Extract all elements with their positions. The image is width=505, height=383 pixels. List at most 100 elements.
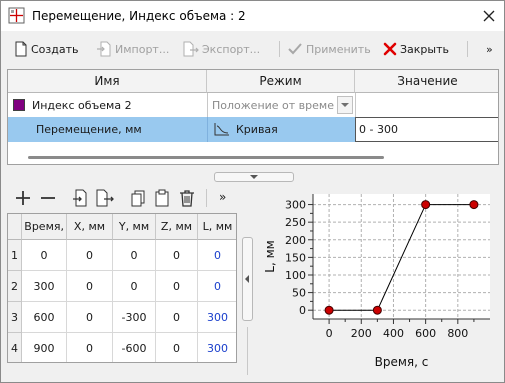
dialog-window: Перемещение, Индекс объема : 2 Создать И… [0,0,505,383]
points-table: Время, X, мм Y, мм Z, мм L, мм 1 0 0 0 0… [7,213,237,363]
toolbar-overflow-button[interactable]: » [486,38,493,60]
main-toolbar: Создать Импорт... Экспорт... Применить З… [1,33,504,65]
red-x-icon [383,42,397,56]
collapse-chart-splitter[interactable] [242,237,253,321]
add-row-icon[interactable] [14,189,32,207]
corner-header [8,214,22,240]
mode-cell[interactable]: Кривая [207,117,355,142]
paste-icon[interactable] [153,189,171,207]
close-button[interactable]: Закрыть [383,38,449,60]
row-number[interactable]: 4 [8,333,22,362]
data-point-marker [324,305,334,315]
create-button[interactable]: Создать [14,38,79,60]
header-l[interactable]: L, мм [198,214,236,240]
row-number[interactable]: 1 [8,240,22,271]
x-axis-label: Время, с [375,355,429,369]
cell-time[interactable]: 0 [22,240,67,271]
x-tick-label: 600 [415,327,436,340]
y-tick-label: 150 [285,251,306,264]
collapse-splitter-handle[interactable] [214,172,294,182]
import-button[interactable]: Импорт... [96,38,169,60]
remove-row-icon[interactable] [39,189,57,207]
cell-time[interactable]: 600 [22,302,67,333]
line-chart: 0 200 400 600 800 0 50 100 150 200 250 300 Время, с L… [263,194,490,369]
cell-l: 300 [198,302,236,333]
cell-x[interactable]: 0 [67,333,113,362]
y-tick-label: 0 [299,304,306,317]
import-table-icon[interactable] [71,189,89,207]
header-mode[interactable]: Режим [207,70,355,93]
row-name: Перемещение, мм [36,122,142,136]
cell-x[interactable]: 0 [67,302,113,333]
color-swatch [13,99,25,111]
row-number[interactable]: 2 [8,271,22,302]
x-tick-label: 800 [447,327,468,340]
close-label: Закрыть [400,42,449,56]
y-tick-label: 250 [285,216,306,229]
chart-panel: 0 200 400 600 800 0 50 100 150 200 250 300 Время, с L… [260,189,500,375]
cell-l: 0 [198,271,236,302]
cell-y[interactable]: 0 [113,240,156,271]
apply-label: Применить [306,42,371,56]
close-window-icon[interactable] [480,7,498,25]
checkmark-icon [288,43,302,55]
cell-time[interactable]: 300 [22,271,67,302]
y-tick-label: 50 [292,287,306,300]
value-edit-field[interactable]: 0 - 300 [355,117,498,142]
x-tick-label: 400 [383,327,404,340]
toolbar-divider [467,41,468,57]
export-button[interactable]: Экспорт... [183,38,260,60]
cell-z[interactable]: 0 [156,333,198,362]
cell-y[interactable]: -600 [113,333,156,362]
window-icon [8,7,25,24]
y-tick-label: 100 [285,269,306,282]
row-name: Индекс объема 2 [32,98,132,112]
data-point-marker [421,200,431,210]
cell-l: 300 [198,333,236,362]
title-bar: Перемещение, Индекс объема : 2 [1,1,504,31]
cell-z[interactable]: 0 [156,302,198,333]
y-tick-label: 300 [285,199,306,212]
cell-y[interactable]: 0 [113,271,156,302]
cell-time[interactable]: 900 [22,333,67,362]
row-number[interactable]: 3 [8,302,22,333]
mode-dropdown-value: Положение от времени [212,98,334,112]
new-document-icon [15,41,27,57]
export-icon [183,41,199,57]
header-value[interactable]: Значение [355,70,498,93]
toolbar-divider [206,189,207,207]
data-point-marker [372,305,382,315]
header-name[interactable]: Имя [8,70,207,93]
window-title: Перемещение, Индекс объема : 2 [32,9,246,23]
cell-y[interactable]: -300 [113,302,156,333]
header-y[interactable]: Y, мм [113,214,156,240]
horizontal-scrollbar[interactable] [28,156,384,159]
header-x[interactable]: X, мм [67,214,113,240]
x-tick-label: 0 [326,327,333,340]
copy-icon[interactable] [129,189,147,207]
cell-x[interactable]: 0 [67,240,113,271]
chevron-down-icon [341,103,349,107]
bottom-toolbar-overflow[interactable]: » [219,190,226,204]
table-row[interactable]: Индекс объема 2 Положение от времени [8,93,498,117]
table-row-selected[interactable]: Перемещение, мм Кривая 0 - 300 [8,117,498,142]
create-label: Создать [31,42,79,56]
header-time[interactable]: Время, [22,214,67,240]
cell-z[interactable]: 0 [156,240,198,271]
export-table-icon[interactable] [96,189,114,207]
y-tick-label: 200 [285,234,306,247]
apply-button[interactable]: Применить [287,38,371,60]
triangle-left-icon [245,275,249,283]
header-z[interactable]: Z, мм [156,214,198,240]
data-point-marker [469,200,479,210]
delete-trash-icon[interactable] [178,189,196,207]
panel-divider [247,327,248,375]
row-value[interactable] [355,93,498,117]
cell-x[interactable]: 0 [67,271,113,302]
toolbar-divider [279,41,280,57]
cell-z[interactable]: 0 [156,271,198,302]
mode-dropdown[interactable]: Положение от времени [207,93,355,117]
x-tick-label: 200 [351,327,372,340]
cell-l: 0 [198,240,236,271]
dropdown-arrow-button[interactable] [337,96,353,114]
